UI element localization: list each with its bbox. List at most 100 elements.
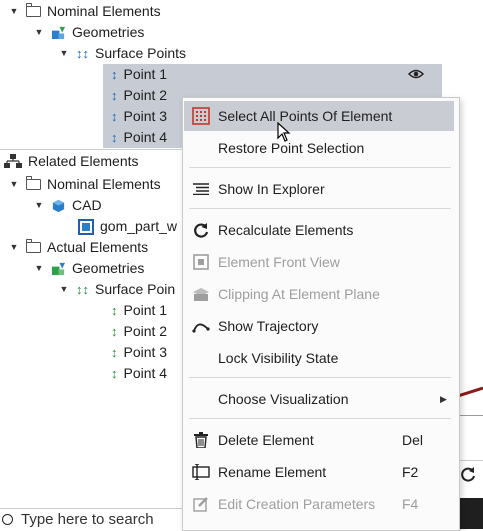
tree-item-point-4[interactable]: ↕ Point 4 bbox=[111, 363, 167, 384]
tree-label: Point 4 bbox=[123, 129, 168, 145]
tree-label: Point 1 bbox=[123, 302, 168, 318]
tree-label: Nominal Elements bbox=[47, 176, 161, 192]
geometries-icon bbox=[51, 262, 66, 276]
tree-item-point-3[interactable]: ↕ Point 3 bbox=[111, 106, 167, 127]
tree-label: Point 2 bbox=[123, 323, 168, 339]
tree-item-geometries[interactable]: ▼ Geometries bbox=[33, 258, 145, 279]
trajectory-line bbox=[458, 386, 483, 398]
menu-item-clipping-at-element-plane[interactable]: Clipping At Element Plane bbox=[184, 279, 454, 309]
tree-label: Point 3 bbox=[123, 344, 168, 360]
menu-item-label: Element Front View bbox=[218, 254, 340, 270]
menu-item-label: Clipping At Element Plane bbox=[218, 286, 380, 302]
part-icon bbox=[78, 218, 94, 235]
tree-label: Geometries bbox=[72, 260, 145, 276]
menu-item-label: Show Trajectory bbox=[218, 318, 319, 334]
menu-item-label: Lock Visibility State bbox=[218, 350, 339, 366]
cad-icon bbox=[52, 199, 65, 213]
hierarchy-icon bbox=[4, 154, 22, 168]
context-menu: Select All Points Of Element Restore Poi… bbox=[182, 97, 460, 531]
edit-icon bbox=[193, 497, 208, 512]
menu-item-show-trajectory[interactable]: Show Trajectory bbox=[184, 311, 454, 341]
menu-item-element-front-view[interactable]: Element Front View bbox=[184, 247, 454, 277]
menu-item-edit-creation-parameters[interactable]: Edit Creation Parameters F4 bbox=[184, 489, 454, 519]
panel-title: Related Elements bbox=[28, 153, 139, 169]
menu-item-label: Choose Visualization bbox=[218, 391, 349, 407]
tree-label: Point 4 bbox=[123, 365, 168, 381]
tree-label: Point 1 bbox=[123, 66, 168, 82]
tree-label: Geometries bbox=[72, 24, 145, 40]
tree-label: Nominal Elements bbox=[47, 3, 161, 19]
submenu-arrow-icon: ▶ bbox=[440, 394, 447, 404]
tree-item-nominal-elements[interactable]: ▼ Nominal Elements bbox=[8, 1, 161, 22]
rename-icon bbox=[192, 464, 210, 480]
taskbar-search[interactable]: Type here to search bbox=[0, 508, 183, 530]
select-points-icon bbox=[192, 107, 210, 125]
tree-item-geometries[interactable]: ▼ Geometries bbox=[33, 22, 145, 43]
tree-item-point-4[interactable]: ↕ Point 4 bbox=[111, 127, 167, 148]
menu-item-recalculate-elements[interactable]: Recalculate Elements bbox=[184, 215, 454, 245]
surface-points-icon: ↕↕ bbox=[76, 46, 89, 61]
eye-icon[interactable] bbox=[408, 68, 424, 80]
tree-label: gom_part_w bbox=[100, 218, 178, 234]
point-icon: ↕ bbox=[111, 303, 118, 318]
tree-label: Surface Poin bbox=[95, 281, 176, 297]
tree-item-nominal-elements[interactable]: ▼ Nominal Elements bbox=[8, 174, 161, 195]
tree-item-cad[interactable]: ▼ CAD bbox=[33, 195, 102, 216]
point-icon: ↕ bbox=[111, 345, 118, 360]
menu-item-lock-visibility-state[interactable]: Lock Visibility State bbox=[184, 343, 454, 373]
collapse-arrow-icon[interactable]: ▼ bbox=[33, 195, 45, 216]
point-icon: ↕ bbox=[111, 88, 118, 103]
tree-item-surface-points[interactable]: ▼ ↕↕ Surface Points bbox=[58, 43, 187, 64]
menu-item-delete-element[interactable]: Delete Element Del bbox=[184, 425, 454, 455]
collapse-arrow-icon[interactable]: ▼ bbox=[8, 174, 20, 195]
folder-icon bbox=[25, 3, 41, 17]
collapse-arrow-icon[interactable]: ▼ bbox=[33, 258, 45, 279]
tree-item-point-2[interactable]: ↕ Point 2 bbox=[111, 85, 167, 106]
point-icon: ↕ bbox=[111, 324, 118, 339]
collapse-arrow-icon[interactable]: ▼ bbox=[8, 237, 20, 258]
menu-item-restore-point-selection[interactable]: Restore Point Selection bbox=[184, 133, 454, 163]
menu-item-rename-element[interactable]: Rename Element F2 bbox=[184, 457, 454, 487]
menu-shortcut: F2 bbox=[402, 464, 419, 480]
menu-separator bbox=[189, 377, 451, 378]
tree-label: CAD bbox=[72, 197, 102, 213]
menu-separator bbox=[189, 167, 451, 168]
clipping-icon bbox=[193, 288, 209, 301]
menu-separator bbox=[189, 418, 451, 419]
menu-item-show-in-explorer[interactable]: Show In Explorer bbox=[184, 174, 454, 204]
collapse-arrow-icon[interactable]: ▼ bbox=[58, 43, 70, 64]
list-icon bbox=[193, 183, 209, 195]
collapse-arrow-icon[interactable]: ▼ bbox=[33, 22, 45, 43]
menu-item-label: Edit Creation Parameters bbox=[218, 496, 376, 512]
menu-item-label: Delete Element bbox=[218, 432, 314, 448]
geometries-icon bbox=[51, 26, 66, 40]
trash-icon bbox=[194, 432, 208, 448]
refresh-icon[interactable] bbox=[460, 466, 476, 482]
collapse-arrow-icon[interactable]: ▼ bbox=[8, 1, 20, 22]
menu-item-select-all-points[interactable]: Select All Points Of Element bbox=[184, 101, 454, 131]
tree-item-point-2[interactable]: ↕ Point 2 bbox=[111, 321, 167, 342]
recalculate-icon bbox=[194, 223, 209, 238]
menu-item-choose-visualization[interactable]: Choose Visualization ▶ bbox=[184, 384, 454, 414]
folder-icon bbox=[25, 176, 41, 190]
tree-label: Surface Points bbox=[95, 45, 187, 61]
tree-label: Actual Elements bbox=[47, 239, 149, 255]
front-view-icon bbox=[193, 254, 209, 270]
menu-item-label: Select All Points Of Element bbox=[218, 108, 393, 124]
search-icon bbox=[2, 514, 13, 525]
tree-item-point-1[interactable]: ↕ Point 1 bbox=[111, 300, 167, 321]
tree-item-part[interactable]: gom_part_w bbox=[78, 216, 177, 237]
mouse-cursor-icon bbox=[277, 122, 291, 142]
menu-separator bbox=[189, 208, 451, 209]
surface-points-icon: ↕↕ bbox=[76, 282, 89, 297]
tree-item-actual-elements[interactable]: ▼ Actual Elements bbox=[8, 237, 148, 258]
tree-item-point-1[interactable]: ↕ Point 1 bbox=[111, 64, 167, 85]
menu-item-label: Restore Point Selection bbox=[218, 140, 365, 156]
tree-item-point-3[interactable]: ↕ Point 3 bbox=[111, 342, 167, 363]
tree-item-surface-points[interactable]: ▼ ↕↕ Surface Poin bbox=[58, 279, 176, 300]
viewport-fragment bbox=[458, 370, 483, 529]
tree-label: Point 2 bbox=[123, 87, 168, 103]
collapse-arrow-icon[interactable]: ▼ bbox=[58, 279, 70, 300]
point-icon: ↕ bbox=[111, 366, 118, 381]
trajectory-icon bbox=[192, 323, 210, 333]
